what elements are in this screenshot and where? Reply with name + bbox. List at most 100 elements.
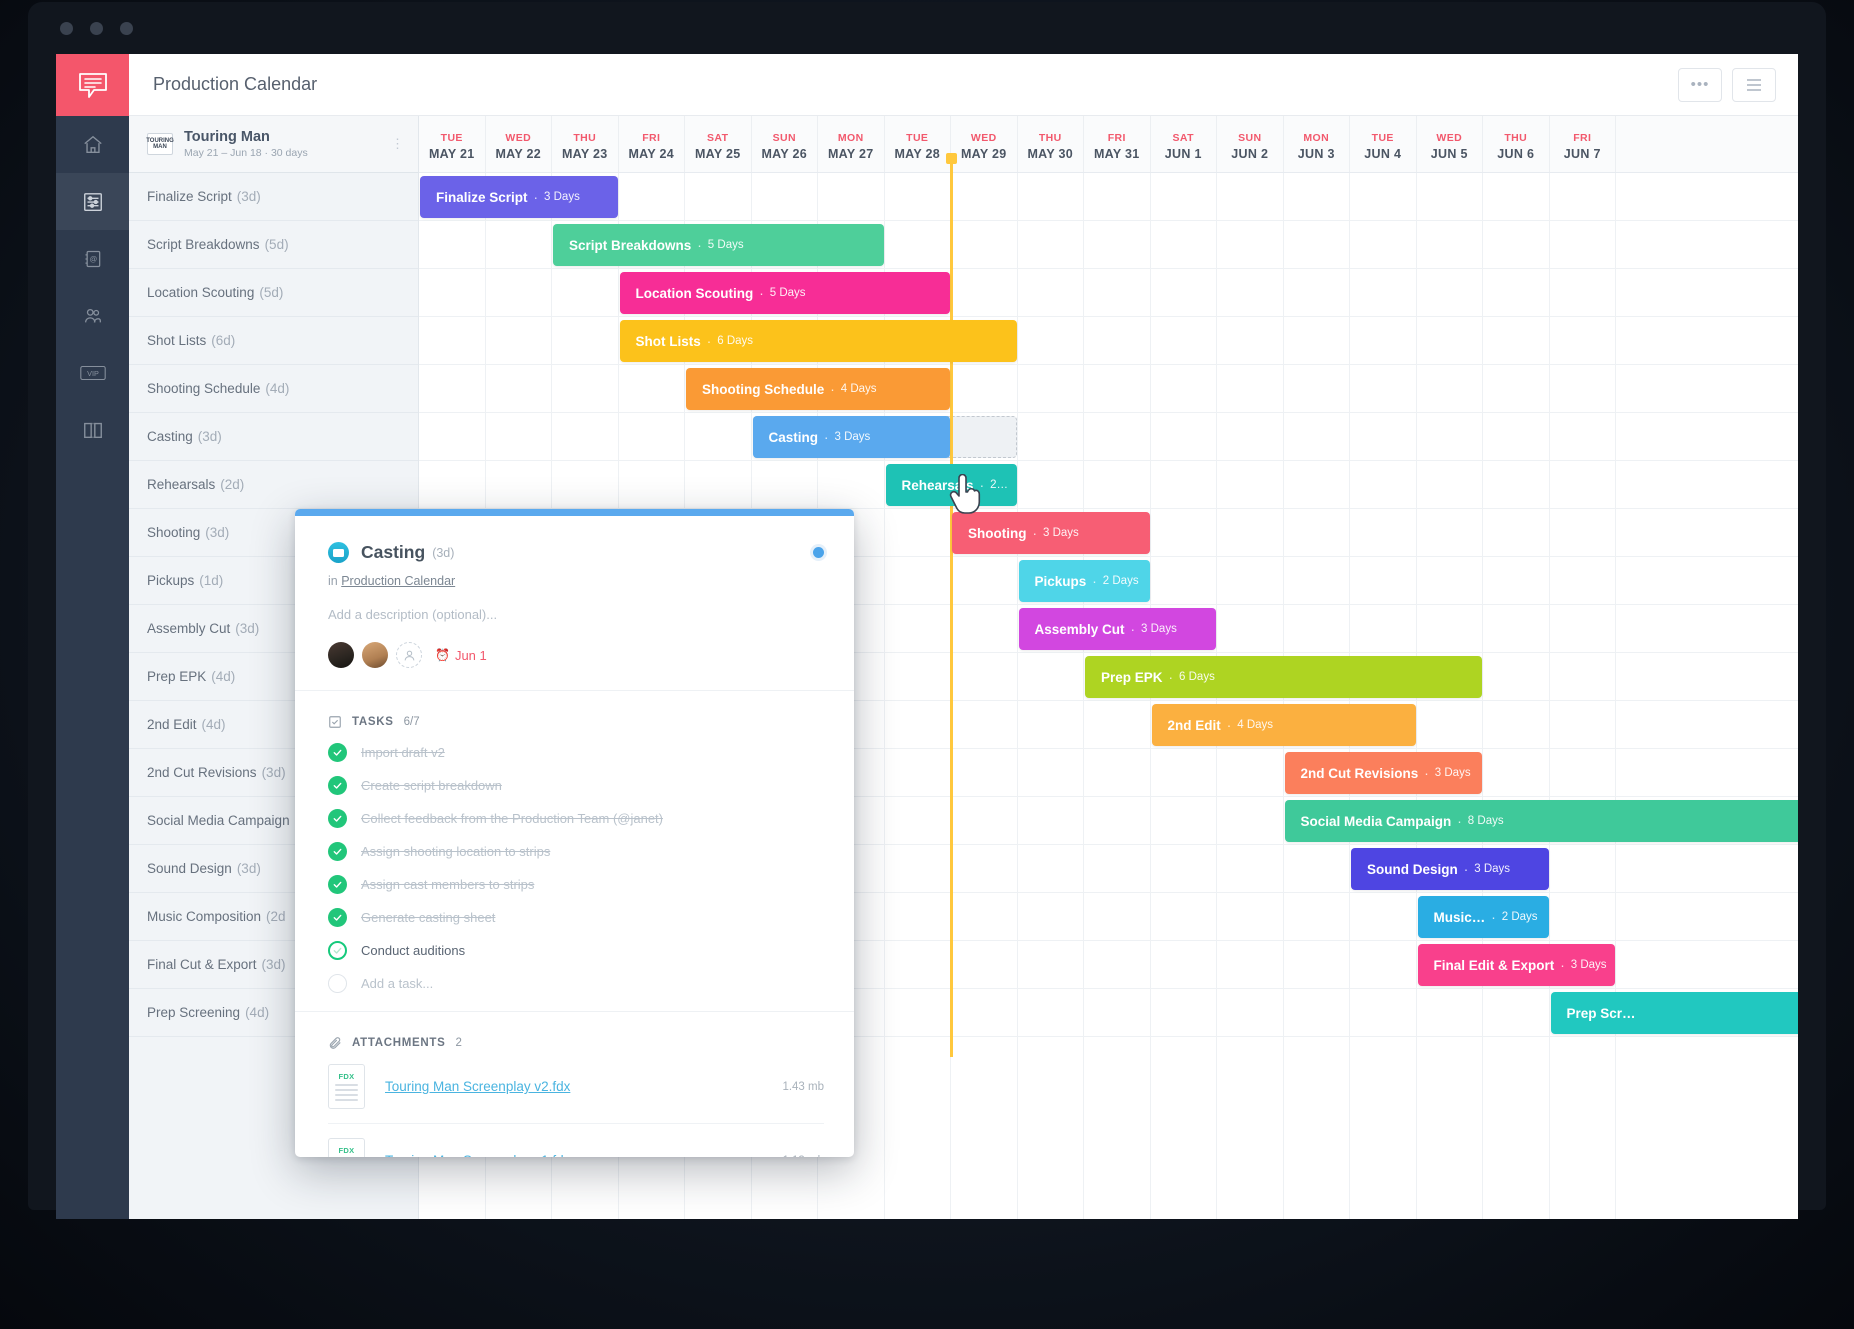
add-task-placeholder: Add a task... (361, 976, 434, 991)
gantt-bar-days: 2 Days (1501, 911, 1538, 923)
subtask-item[interactable]: Collect feedback from the Production Tea… (328, 809, 824, 828)
gantt-bar[interactable]: Music… · 2 Days (1417, 896, 1549, 938)
task-row-label[interactable]: Script Breakdowns (5d) (129, 221, 418, 269)
description-input[interactable]: Add a description (optional)... (328, 607, 824, 622)
sidebar-item-talent[interactable] (56, 287, 129, 344)
window-minimize-dot[interactable] (90, 22, 103, 35)
checked-checkbox-icon[interactable] (328, 842, 347, 861)
date-header-cell: WED MAY 29 (951, 116, 1018, 172)
day-of-month: MAY 23 (561, 146, 608, 161)
gantt-bar[interactable]: Prep EPK · 6 Days (1085, 656, 1482, 698)
subtask-label: Import draft v2 (361, 745, 445, 760)
day-of-month: MAY 27 (827, 146, 874, 161)
book-icon (83, 422, 102, 438)
gantt-bar[interactable]: Location Scouting · 5 Days (619, 272, 950, 314)
gantt-bar-label: 2nd Edit (1167, 717, 1221, 733)
gantt-bar-separator: · (1092, 573, 1097, 589)
checked-checkbox-icon[interactable] (328, 809, 347, 828)
gantt-bar[interactable]: 2nd Cut Revisions · 3 Days (1284, 752, 1482, 794)
gantt-bar[interactable]: Shooting · 3 Days (952, 512, 1150, 554)
date-header-cell: THU MAY 23 (552, 116, 619, 172)
task-name: Pickups (147, 573, 195, 588)
project-menu-button[interactable]: ⋮ (391, 137, 404, 150)
more-options-button[interactable]: ••• (1678, 67, 1722, 102)
gantt-bar[interactable]: 2nd Edit · 4 Days (1151, 704, 1416, 746)
today-marker-knob (946, 153, 957, 164)
gantt-bar[interactable]: Finalize Script · 3 Days (420, 176, 618, 218)
checked-checkbox-icon[interactable] (328, 743, 347, 762)
window-close-dot[interactable] (60, 22, 73, 35)
project-header[interactable]: TOURING MAN Touring Man May 21 – Jun 18 … (129, 116, 418, 173)
gantt-bar[interactable]: Shot Lists · 6 Days (619, 320, 1017, 362)
checked-checkbox-icon[interactable] (328, 908, 347, 927)
task-duration: (3d) (261, 957, 286, 972)
status-dot[interactable] (813, 547, 824, 558)
subtask-item[interactable]: Assign shooting location to strips (328, 842, 824, 861)
subtask-item[interactable]: Assign cast members to strips (328, 875, 824, 894)
avatar[interactable] (362, 642, 388, 668)
attachment-name[interactable]: Touring Man Screenplay v2.fdx (385, 1079, 570, 1094)
window-titlebar (28, 2, 1826, 54)
add-task-row[interactable]: Add a task... (328, 974, 824, 993)
task-row-label[interactable]: Casting (3d) (129, 413, 418, 461)
sidebar-item-home[interactable] (56, 116, 129, 173)
due-date-label: Jun 1 (454, 647, 487, 663)
subtask-item[interactable]: Conduct auditions (328, 941, 824, 960)
gantt-bar[interactable]: Prep Scr… (1550, 992, 1798, 1034)
subtask-item[interactable]: Generate casting sheet (328, 908, 824, 927)
attachment-row[interactable]: FDX Touring Man Screenplay v2.fdx 1.43 mb (328, 1050, 824, 1124)
subtask-label: Generate casting sheet (361, 910, 496, 925)
gantt-bar[interactable]: Pickups · 2 Days (1018, 560, 1150, 602)
sidebar-item-vip[interactable]: VIP (56, 344, 129, 401)
gantt-bar-days: 5 Days (769, 287, 806, 299)
window-maximize-dot[interactable] (120, 22, 133, 35)
ellipsis-icon: ••• (1690, 76, 1710, 93)
add-person-icon[interactable] (396, 642, 422, 668)
app-logo[interactable] (56, 54, 129, 116)
task-name: Prep EPK (147, 669, 207, 684)
checked-checkbox-icon[interactable] (328, 875, 347, 894)
gantt-bar[interactable]: Casting · 3 Days (752, 416, 950, 458)
day-of-week: WED (505, 131, 532, 144)
gantt-bar[interactable]: Assembly Cut · 3 Days (1018, 608, 1216, 650)
subtask-item[interactable]: Import draft v2 (328, 743, 824, 762)
task-duration: (3d) (197, 429, 222, 444)
avatar[interactable] (328, 642, 354, 668)
task-row-label[interactable]: Shooting Schedule (4d) (129, 365, 418, 413)
attachment-list: FDX Touring Man Screenplay v2.fdx 1.43 mb F… (328, 1050, 824, 1157)
sidebar-item-script[interactable] (56, 401, 129, 458)
modal-header: Casting (3d) in Production Calendar Add … (295, 516, 854, 691)
modal-project-link[interactable]: Production Calendar (341, 574, 455, 588)
date-header-cell: WED JUN 5 (1417, 116, 1483, 172)
task-row-label[interactable]: Rehearsals (2d) (129, 461, 418, 509)
gantt-bar-separator: · (1463, 861, 1469, 877)
unchecked-checkbox-icon[interactable] (328, 941, 347, 960)
gantt-bar[interactable]: Rehearsals · 2… (885, 464, 1017, 506)
list-view-button[interactable] (1732, 67, 1776, 102)
modal-people-row: ⏰ Jun 1 (328, 642, 824, 668)
task-row-label[interactable]: Shot Lists (6d) (129, 317, 418, 365)
task-duration: (3d) (236, 861, 261, 876)
tasks-count: 6/7 (403, 716, 420, 728)
attachment-row[interactable]: FDX Touring Man Screenplay v1.fdx 1.13 mb (328, 1124, 824, 1157)
day-of-week: TUE (440, 131, 463, 144)
gantt-bar-label: Finalize Script (436, 189, 528, 205)
sidebar-item-contacts[interactable]: @ (56, 230, 129, 287)
day-of-month: JUN 7 (1563, 146, 1601, 161)
date-header-cell: FRI MAY 24 (619, 116, 685, 172)
gantt-bar[interactable]: Sound Design · 3 Days (1351, 848, 1549, 890)
attachment-name[interactable]: Touring Man Screenplay v1.fdx (385, 1153, 570, 1157)
day-of-week: FRI (1107, 131, 1126, 144)
day-of-week: MON (837, 131, 864, 144)
task-row-label[interactable]: Finalize Script (3d) (129, 173, 418, 221)
gantt-bar-label: Casting (768, 429, 819, 445)
gantt-bar[interactable]: Shooting Schedule · 4 Days (686, 368, 950, 410)
task-row-label[interactable]: Location Scouting (5d) (129, 269, 418, 317)
gantt-bar[interactable]: Script Breakdowns · 5 Days (553, 224, 884, 266)
sidebar-item-schedule[interactable] (56, 173, 129, 230)
checked-checkbox-icon[interactable] (328, 776, 347, 795)
gantt-bar[interactable]: Final Edit & Export · 3 Days (1417, 944, 1615, 986)
gantt-bar[interactable]: Social Media Campaign · 8 Days (1284, 800, 1798, 842)
subtask-item[interactable]: Create script breakdown (328, 776, 824, 795)
due-date[interactable]: ⏰ Jun 1 (435, 648, 487, 663)
